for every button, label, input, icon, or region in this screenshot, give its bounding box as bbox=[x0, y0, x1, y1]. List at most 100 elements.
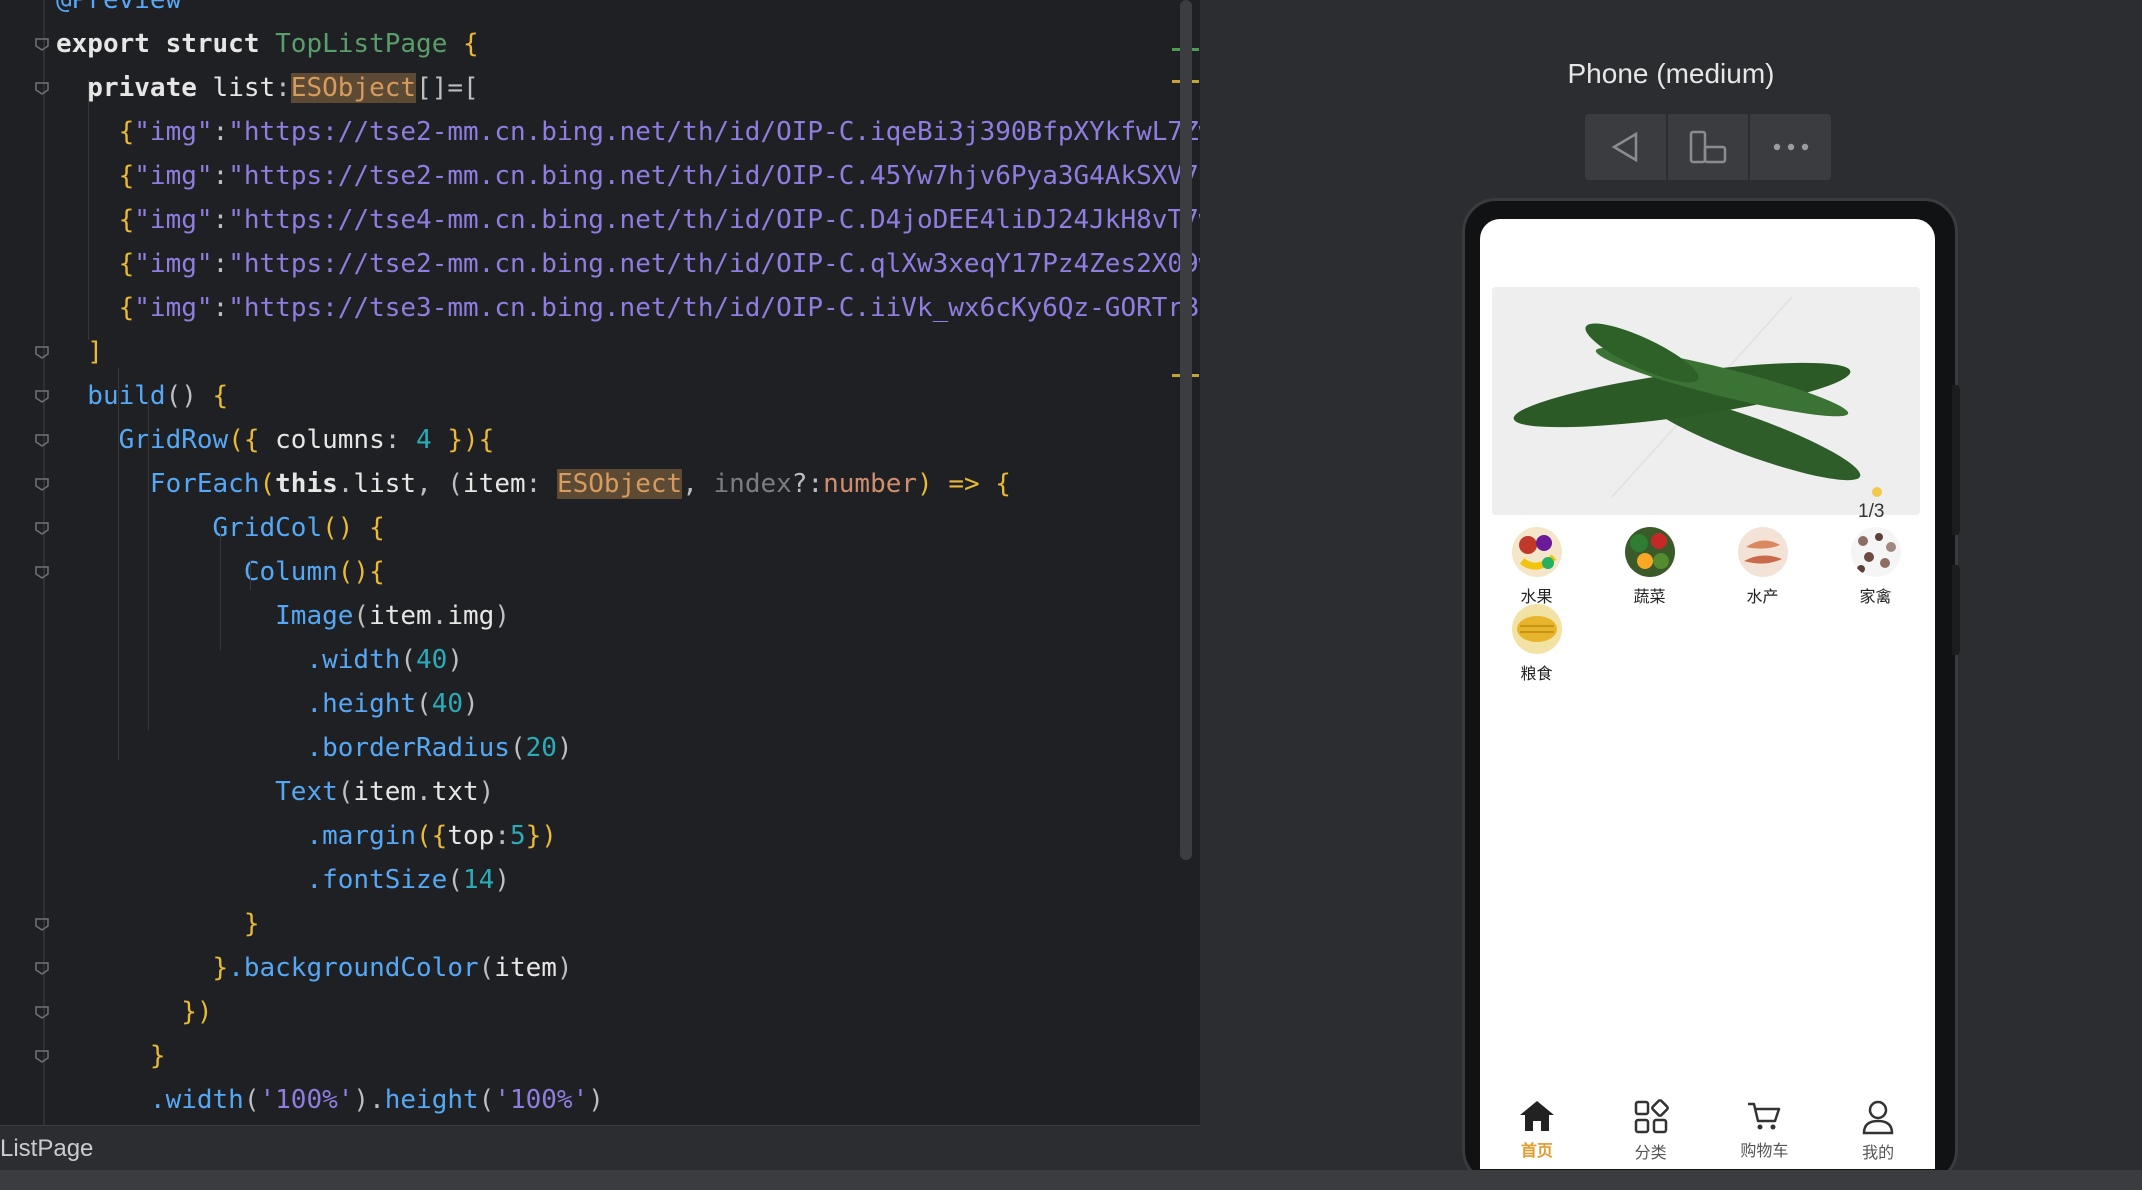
back-icon bbox=[1611, 131, 1638, 163]
code-token: "img" bbox=[134, 117, 213, 147]
category-item[interactable]: 家禽 bbox=[1819, 527, 1932, 607]
code-token: item bbox=[463, 469, 526, 499]
code-line[interactable]: build() { bbox=[56, 374, 228, 418]
code-token: number bbox=[823, 469, 918, 499]
code-token: . bbox=[337, 469, 354, 499]
vertical-scrollbar[interactable] bbox=[1180, 0, 1192, 860]
code-token: } bbox=[56, 953, 229, 983]
code-line[interactable]: } bbox=[56, 902, 260, 946]
code-line[interactable]: .fontSize(14) bbox=[56, 858, 510, 902]
code-line[interactable]: export struct TopListPage { bbox=[56, 22, 479, 66]
code-line[interactable]: {"img":"https://tse2-mm.cn.bing.net/th/i… bbox=[56, 154, 1200, 198]
code-token: Text bbox=[56, 777, 338, 807]
code-line[interactable]: {"img":"https://tse4-mm.cn.bing.net/th/i… bbox=[56, 198, 1200, 242]
code-line[interactable]: ] bbox=[56, 330, 103, 374]
fold-toggle-icon[interactable] bbox=[34, 36, 50, 52]
code-line[interactable]: Text(item.txt) bbox=[56, 770, 494, 814]
code-token: ) bbox=[494, 865, 510, 895]
fold-toggle-icon[interactable] bbox=[34, 388, 50, 404]
fold-toggle-icon[interactable] bbox=[34, 916, 50, 932]
code-token: : bbox=[212, 117, 229, 147]
code-line[interactable]: {"img":"https://tse2-mm.cn.bing.net/th/i… bbox=[56, 242, 1200, 286]
code-token: ?: bbox=[791, 469, 824, 499]
code-token: ) bbox=[494, 601, 510, 631]
code-line[interactable]: .width('100%').height('100%') bbox=[56, 1078, 604, 1122]
horizontal-scrollbar[interactable] bbox=[0, 1170, 2142, 1190]
code-line[interactable]: ForEach(this.list, (item: ESObject, inde… bbox=[56, 462, 1011, 506]
tab-cart[interactable]: 购物车 bbox=[1708, 1091, 1822, 1169]
fold-toggle-icon[interactable] bbox=[34, 476, 50, 492]
code-token: "img" bbox=[134, 161, 213, 191]
code-line[interactable]: }.backgroundColor(item) bbox=[56, 946, 573, 990]
fold-toggle-icon[interactable] bbox=[34, 1004, 50, 1020]
fold-toggle-icon[interactable] bbox=[34, 1048, 50, 1064]
code-line[interactable]: .margin({top:5}) bbox=[56, 814, 556, 858]
code-line[interactable]: @Preview bbox=[56, 0, 181, 22]
code-token: , ( bbox=[416, 469, 464, 499]
code-token: Column bbox=[56, 557, 338, 587]
code-token: ({ bbox=[228, 425, 276, 455]
more-icon bbox=[1773, 143, 1808, 151]
code-token: "img" bbox=[134, 249, 213, 279]
code-token: "https://tse2-mm.cn.bing.net/th/id/OIP-C… bbox=[228, 117, 1200, 147]
code-token: : bbox=[275, 73, 291, 103]
banner-swiper[interactable] bbox=[1492, 287, 1920, 515]
tab-category[interactable]: 分类 bbox=[1594, 1091, 1708, 1169]
code-line[interactable]: {"img":"https://tse3-mm.cn.bing.net/th/i… bbox=[56, 286, 1200, 330]
back-button[interactable] bbox=[1585, 114, 1668, 180]
tab-label: 首页 bbox=[1520, 1141, 1553, 1160]
grain-image bbox=[1511, 604, 1562, 654]
code-line[interactable]: } bbox=[56, 1034, 166, 1078]
code-token: . bbox=[416, 777, 432, 807]
side-button bbox=[1952, 565, 1960, 655]
bottom-tab-bar: 首页 分类 购物车 我的 bbox=[1480, 1091, 1935, 1169]
category-item[interactable]: 水产 bbox=[1706, 527, 1819, 607]
code-line[interactable]: Image(item.img) bbox=[56, 594, 510, 638]
code-line[interactable]: {"img":"https://tse2-mm.cn.bing.net/th/i… bbox=[56, 110, 1200, 154]
code-token: () { bbox=[322, 513, 385, 543]
code-token: height bbox=[384, 1085, 479, 1115]
code-token: .fontSize bbox=[56, 865, 448, 895]
fold-toggle-icon[interactable] bbox=[34, 520, 50, 536]
code-token: []=[ bbox=[416, 73, 479, 103]
code-token: ( bbox=[478, 1085, 495, 1115]
code-token: ( bbox=[509, 733, 526, 763]
code-token: ) bbox=[463, 689, 479, 719]
code-token: '100%' bbox=[494, 1085, 589, 1115]
home-icon bbox=[1519, 1101, 1554, 1131]
code-token: .backgroundColor bbox=[228, 953, 479, 983]
fold-toggle-icon[interactable] bbox=[34, 960, 50, 976]
code-line[interactable]: .borderRadius(20) bbox=[56, 726, 572, 770]
seafood-image bbox=[1737, 527, 1788, 577]
rotate-device-button[interactable] bbox=[1668, 114, 1751, 180]
code-line[interactable]: }) bbox=[56, 990, 213, 1034]
code-line[interactable]: GridRow({ columns: 4 }){ bbox=[56, 418, 495, 462]
code-line[interactable]: private list:ESObject[]=[ bbox=[56, 66, 479, 110]
code-token: ({ bbox=[416, 821, 448, 851]
code-token: }) bbox=[56, 997, 213, 1027]
more-button[interactable] bbox=[1750, 114, 1831, 180]
code-line[interactable]: .height(40) bbox=[56, 682, 479, 726]
tab-profile[interactable]: 我的 bbox=[1821, 1091, 1935, 1169]
poultry-image bbox=[1850, 527, 1901, 577]
fold-toggle-icon[interactable] bbox=[34, 564, 50, 580]
code-editor[interactable]: @Preview export struct TopListPage { priv… bbox=[0, 0, 1200, 1125]
code-token: "https://tse2-mm.cn.bing.net/th/id/OIP-C… bbox=[228, 161, 1200, 191]
phone-frame: 1/3 水果 蔬菜 水产 家禽 粮食 首页 分类 购物车 我的 bbox=[1462, 198, 1958, 1184]
code-token: 5 bbox=[509, 821, 526, 851]
tab-home[interactable]: 首页 bbox=[1480, 1091, 1594, 1169]
category-item[interactable]: 粮食 bbox=[1480, 604, 1593, 684]
fold-toggle-icon[interactable] bbox=[34, 80, 50, 96]
category-item[interactable]: 水果 bbox=[1480, 527, 1593, 607]
fold-toggle-icon[interactable] bbox=[34, 432, 50, 448]
code-token: item bbox=[494, 953, 557, 983]
code-token: TopListPage bbox=[275, 29, 448, 59]
code-token: columns bbox=[275, 425, 385, 455]
fold-toggle-icon[interactable] bbox=[34, 344, 50, 360]
code-token: index bbox=[713, 469, 792, 499]
category-icon bbox=[1634, 1099, 1669, 1134]
category-item[interactable]: 蔬菜 bbox=[1593, 527, 1706, 607]
gutter-divider bbox=[43, 0, 45, 1125]
code-token: ] bbox=[56, 337, 103, 367]
breadcrumb[interactable]: ListPage bbox=[0, 1135, 93, 1163]
